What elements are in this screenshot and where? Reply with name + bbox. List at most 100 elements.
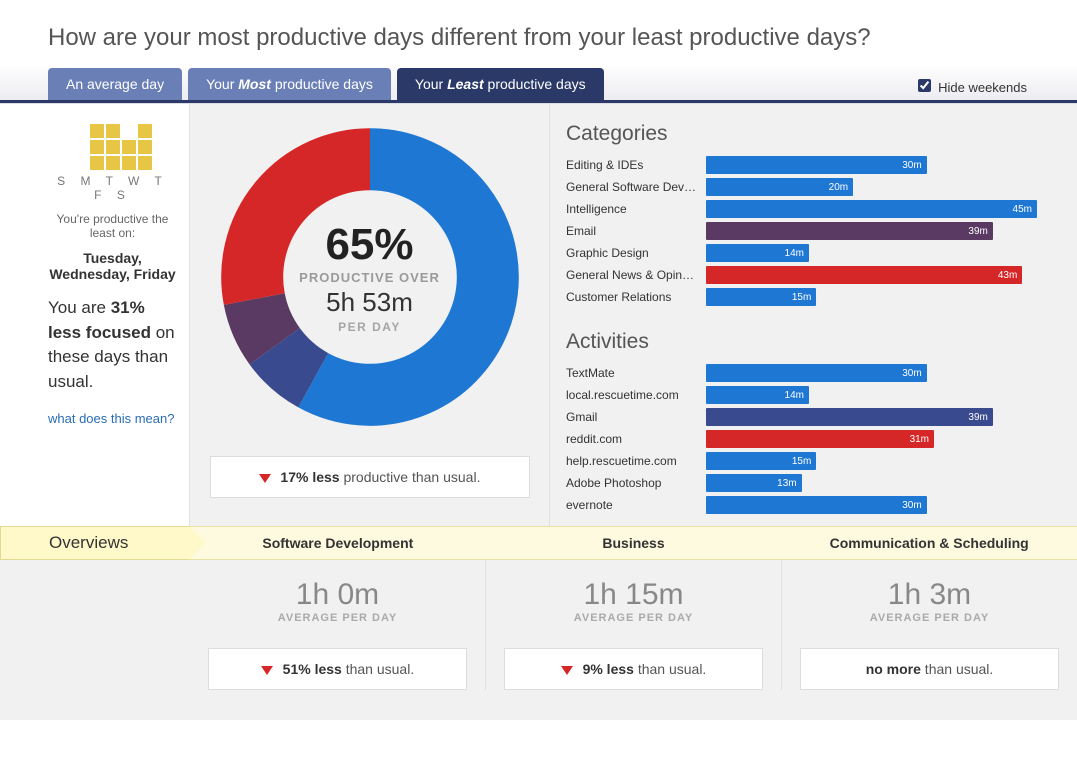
center-column: 65% PRODUCTIVE OVER 5h 53m PER DAY 17% l… <box>190 104 550 526</box>
bar-label: Graphic Design <box>566 246 706 260</box>
bar-row[interactable]: Editing & IDEs30m <box>566 154 1037 176</box>
tab-2[interactable]: Your Least productive days <box>397 68 604 100</box>
overview-time: 1h 3m <box>800 578 1059 612</box>
donut-chart: 65% PRODUCTIVE OVER 5h 53m PER DAY <box>215 122 525 432</box>
activities-group: Activities TextMate30mlocal.rescuetime.c… <box>566 330 1037 516</box>
donut-percent: 65% <box>325 220 413 270</box>
overview-card: 1h 0mAVERAGE PER DAY 51% less than usual… <box>190 560 486 690</box>
categories-group: Categories Editing & IDEs30mGeneral Soft… <box>566 122 1037 308</box>
bar-row[interactable]: evernote30m <box>566 494 1037 516</box>
bar-row[interactable]: TextMate30m <box>566 362 1037 384</box>
overview-header[interactable]: Business <box>486 527 782 559</box>
overview-delta: no more than usual. <box>800 648 1059 690</box>
donut-center: 65% PRODUCTIVE OVER 5h 53m PER DAY <box>215 122 525 432</box>
sidebar: S M T W T F S You're productive the leas… <box>0 104 190 526</box>
bar-fill: 15m <box>706 288 816 306</box>
overview-delta: 51% less than usual. <box>208 648 467 690</box>
bar-row[interactable]: help.rescuetime.com15m <box>566 450 1037 472</box>
overview-card: 1h 3mAVERAGE PER DAY no more than usual. <box>782 560 1077 690</box>
bar-row[interactable]: local.rescuetime.com14m <box>566 384 1037 406</box>
bar-label: TextMate <box>566 366 706 380</box>
bar-label: Customer Relations <box>566 290 706 304</box>
tabs-container: An average dayYour Most productive daysY… <box>48 68 610 100</box>
bar-fill: 14m <box>706 386 809 404</box>
bar-row[interactable]: Email39m <box>566 220 1037 242</box>
overview-header[interactable]: Communication & Scheduling <box>781 527 1077 559</box>
bar-label: Adobe Photoshop <box>566 476 706 490</box>
hide-weekends-toggle[interactable]: Hide weekends <box>914 76 1027 95</box>
bar-track: 14m <box>706 386 1037 404</box>
overview-cards: 1h 0mAVERAGE PER DAY 51% less than usual… <box>0 560 1077 720</box>
bar-fill: 13m <box>706 474 802 492</box>
bar-label: reddit.com <box>566 432 706 446</box>
bar-track: 39m <box>706 222 1037 240</box>
tabs-row: An average dayYour Most productive daysY… <box>0 68 1077 103</box>
sidebar-summary: You are 31% less focused on these days t… <box>48 296 177 395</box>
donut-label: PRODUCTIVE OVER <box>299 270 440 285</box>
bar-row[interactable]: Customer Relations15m <box>566 286 1037 308</box>
bar-label: Intelligence <box>566 202 706 216</box>
overview-sub: AVERAGE PER DAY <box>208 612 467 624</box>
hide-weekends-label: Hide weekends <box>938 80 1027 95</box>
bar-fill: 20m <box>706 178 853 196</box>
bar-track: 20m <box>706 178 1037 196</box>
bar-track: 14m <box>706 244 1037 262</box>
bar-track: 31m <box>706 430 1037 448</box>
overview-time: 1h 0m <box>208 578 467 612</box>
right-column: Categories Editing & IDEs30mGeneral Soft… <box>550 104 1077 526</box>
mini-calendar <box>48 124 177 170</box>
bar-track: 45m <box>706 200 1037 218</box>
tab-0[interactable]: An average day <box>48 68 182 100</box>
arrow-down-icon <box>561 666 573 675</box>
bar-label: Editing & IDEs <box>566 158 706 172</box>
bar-fill: 43m <box>706 266 1022 284</box>
overview-header[interactable]: Software Development <box>190 527 486 559</box>
bar-label: evernote <box>566 498 706 512</box>
bar-track: 43m <box>706 266 1037 284</box>
bar-row[interactable]: Adobe Photoshop13m <box>566 472 1037 494</box>
bar-fill: 30m <box>706 364 927 382</box>
bar-row[interactable]: reddit.com31m <box>566 428 1037 450</box>
bar-label: local.rescuetime.com <box>566 388 706 402</box>
bar-fill: 31m <box>706 430 934 448</box>
bar-track: 13m <box>706 474 1037 492</box>
page-title: How are your most productive days differ… <box>0 0 1077 68</box>
day-of-week-row: S M T W T F S <box>48 174 177 202</box>
bar-row[interactable]: Graphic Design14m <box>566 242 1037 264</box>
bar-fill: 45m <box>706 200 1037 218</box>
bar-track: 30m <box>706 496 1037 514</box>
overview-card: 1h 15mAVERAGE PER DAY 9% less than usual… <box>486 560 782 690</box>
bar-row[interactable]: Intelligence45m <box>566 198 1037 220</box>
bar-fill: 30m <box>706 496 927 514</box>
donut-time: 5h 53m <box>326 287 413 318</box>
bar-fill: 39m <box>706 222 993 240</box>
tab-1[interactable]: Your Most productive days <box>188 68 391 100</box>
help-link[interactable]: what does this mean? <box>48 411 174 426</box>
center-delta: 17% less productive than usual. <box>210 456 530 498</box>
arrow-down-icon <box>261 666 273 675</box>
categories-title: Categories <box>566 122 1037 146</box>
activities-title: Activities <box>566 330 1037 354</box>
bar-label: Email <box>566 224 706 238</box>
bar-label: General News & Opin… <box>566 268 706 282</box>
overviews-row: Overviews Software DevelopmentBusinessCo… <box>0 526 1077 560</box>
bar-track: 39m <box>706 408 1037 426</box>
bar-fill: 14m <box>706 244 809 262</box>
overview-delta: 9% less than usual. <box>504 648 763 690</box>
donut-perday: PER DAY <box>338 320 401 334</box>
bar-label: General Software Dev… <box>566 180 706 194</box>
main: S M T W T F S You're productive the leas… <box>0 103 1077 526</box>
overview-headers: Software DevelopmentBusinessCommunicatio… <box>190 526 1077 560</box>
sidebar-caption: You're productive the least on: <box>48 212 177 240</box>
bar-row[interactable]: Gmail39m <box>566 406 1037 428</box>
bar-fill: 30m <box>706 156 927 174</box>
bar-row[interactable]: General News & Opin…43m <box>566 264 1037 286</box>
overviews-tab[interactable]: Overviews <box>0 526 190 560</box>
bar-fill: 15m <box>706 452 816 470</box>
bar-track: 30m <box>706 156 1037 174</box>
hide-weekends-checkbox[interactable] <box>918 79 931 92</box>
overview-sub: AVERAGE PER DAY <box>800 612 1059 624</box>
overview-sub: AVERAGE PER DAY <box>504 612 763 624</box>
bar-row[interactable]: General Software Dev…20m <box>566 176 1037 198</box>
bar-label: Gmail <box>566 410 706 424</box>
